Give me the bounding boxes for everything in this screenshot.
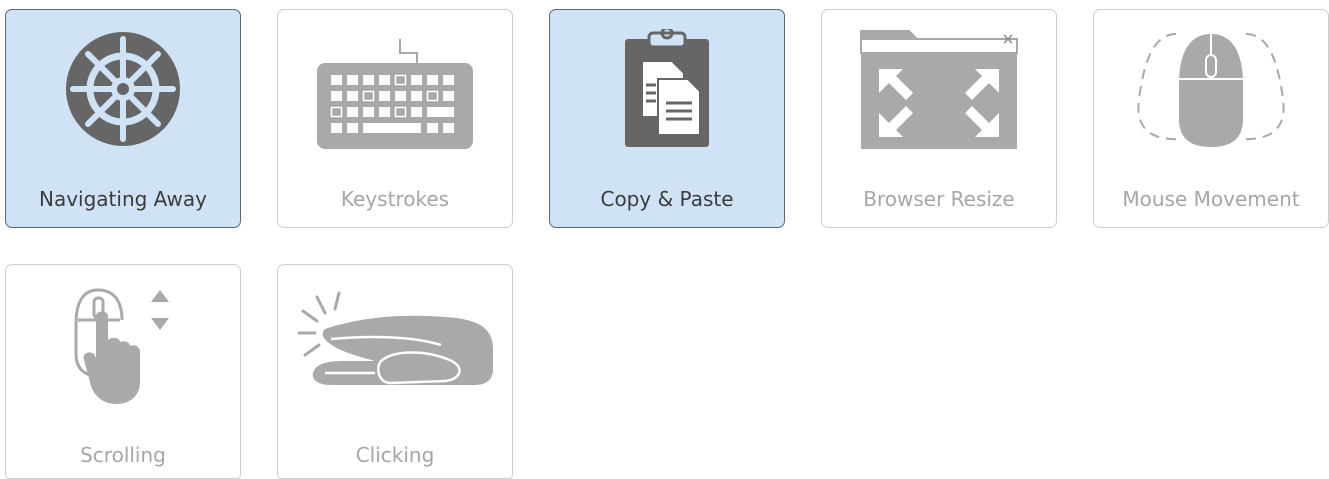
tile-clicking[interactable]: Clicking — [277, 264, 513, 479]
tile-label: Clicking — [355, 443, 435, 467]
scroll-mouse-icon — [6, 279, 240, 409]
tile-label: Scrolling — [80, 443, 166, 467]
ship-wheel-icon — [6, 24, 240, 154]
clipboard-icon — [550, 24, 784, 154]
clicking-hand-icon — [278, 279, 512, 409]
keyboard-icon — [278, 24, 512, 154]
tile-label: Browser Resize — [863, 187, 1015, 211]
tile-label: Keystrokes — [340, 187, 450, 211]
tile-navigating-away[interactable]: Navigating Away — [5, 9, 241, 228]
tile-keystrokes[interactable]: Keystrokes — [277, 9, 513, 228]
tracking-options-grid: Navigating Away Keystrokes Copy & Paste … — [0, 0, 1329, 479]
tile-label: Copy & Paste — [600, 187, 734, 211]
tile-label: Mouse Movement — [1122, 187, 1300, 211]
mouse-movement-icon — [1094, 24, 1328, 154]
tile-copy-paste[interactable]: Copy & Paste — [549, 9, 785, 228]
browser-resize-icon — [822, 24, 1056, 154]
tile-label: Navigating Away — [38, 187, 207, 211]
tile-browser-resize[interactable]: Browser Resize — [821, 9, 1057, 228]
tile-scrolling[interactable]: Scrolling — [5, 264, 241, 479]
tile-mouse-movement[interactable]: Mouse Movement — [1093, 9, 1329, 228]
